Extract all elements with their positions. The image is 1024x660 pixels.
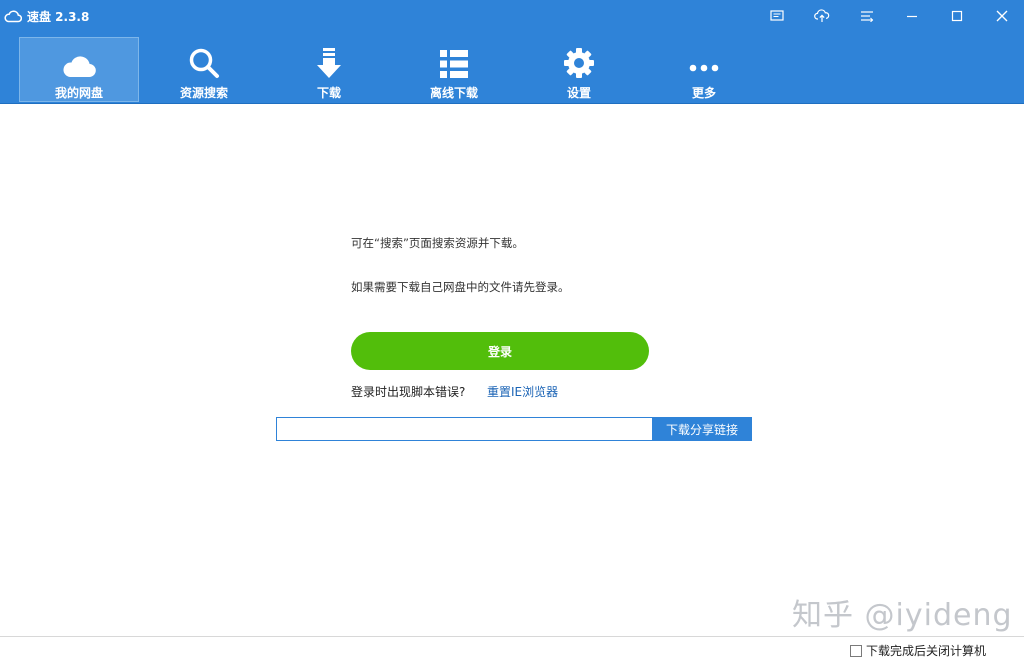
close-button[interactable] [979, 0, 1024, 32]
minimize-button[interactable] [889, 0, 934, 32]
tab-my-netdisk[interactable]: 我的网盘 [19, 37, 139, 102]
shutdown-label: 下载完成后关闭计算机 [866, 644, 987, 658]
tab-label: 更多 [691, 86, 716, 100]
menu-icon [860, 10, 874, 22]
login-hint-text: 如果需要下载自己网盘中的文件请先登录。 [351, 280, 570, 294]
shutdown-checkbox[interactable] [850, 644, 862, 657]
upload-button[interactable] [799, 0, 844, 32]
list-icon [439, 41, 469, 79]
watermark-text: 知乎 @iyideng [792, 598, 1013, 633]
more-dots-icon [689, 41, 719, 79]
window-controls [754, 0, 1024, 32]
main-content: 可在“搜索”页面搜索资源并下载。 如果需要下载自己网盘中的文件请先登录。 登录 … [0, 104, 1024, 636]
search-hint-text: 可在“搜索”页面搜索资源并下载。 [351, 236, 524, 250]
cloud-icon [61, 42, 97, 79]
share-link-input[interactable] [276, 417, 653, 441]
maximize-icon [951, 10, 963, 22]
maximize-button[interactable] [934, 0, 979, 32]
tab-label: 设置 [566, 86, 591, 100]
tab-download[interactable]: 下载 [269, 37, 389, 102]
cloud-upload-icon [813, 9, 830, 23]
tab-label: 下载 [316, 86, 341, 100]
login-button-label: 登录 [487, 344, 512, 359]
download-arrow-icon [316, 41, 342, 79]
search-icon [188, 41, 220, 79]
app-logo-icon [4, 9, 22, 23]
tab-more[interactable]: 更多 [644, 37, 764, 102]
tab-settings[interactable]: 设置 [519, 37, 639, 102]
window-title: 速盘 2.3.8 [27, 9, 90, 24]
tab-offline-download[interactable]: 离线下载 [394, 37, 514, 102]
gear-icon [563, 41, 595, 79]
script-error-question: 登录时出现脚本错误? [351, 385, 466, 399]
tab-resource-search[interactable]: 资源搜索 [144, 37, 264, 102]
close-icon [996, 10, 1008, 22]
message-icon [769, 10, 784, 22]
status-bar: 下载完成后关闭计算机 [0, 636, 1024, 660]
tab-label: 资源搜索 [179, 86, 228, 100]
login-button[interactable]: 登录 [351, 332, 649, 370]
minimize-icon [906, 10, 918, 22]
title-bar: 速盘 2.3.8 [0, 0, 1024, 32]
reset-ie-link[interactable]: 重置IE浏览器 [487, 383, 558, 400]
share-button-label: 下载分享链接 [665, 422, 738, 437]
message-button[interactable] [754, 0, 799, 32]
download-share-link-button[interactable]: 下载分享链接 [652, 417, 752, 441]
menu-button[interactable] [844, 0, 889, 32]
tab-label: 离线下载 [429, 86, 478, 100]
shutdown-after-download-option[interactable]: 下载完成后关闭计算机 [850, 642, 986, 659]
main-toolbar: 我的网盘 资源搜索 下载 离线下载 设置 更多 [0, 32, 1024, 104]
app-title: 速盘 2.3.8 [4, 7, 89, 25]
tab-label: 我的网盘 [54, 86, 103, 100]
